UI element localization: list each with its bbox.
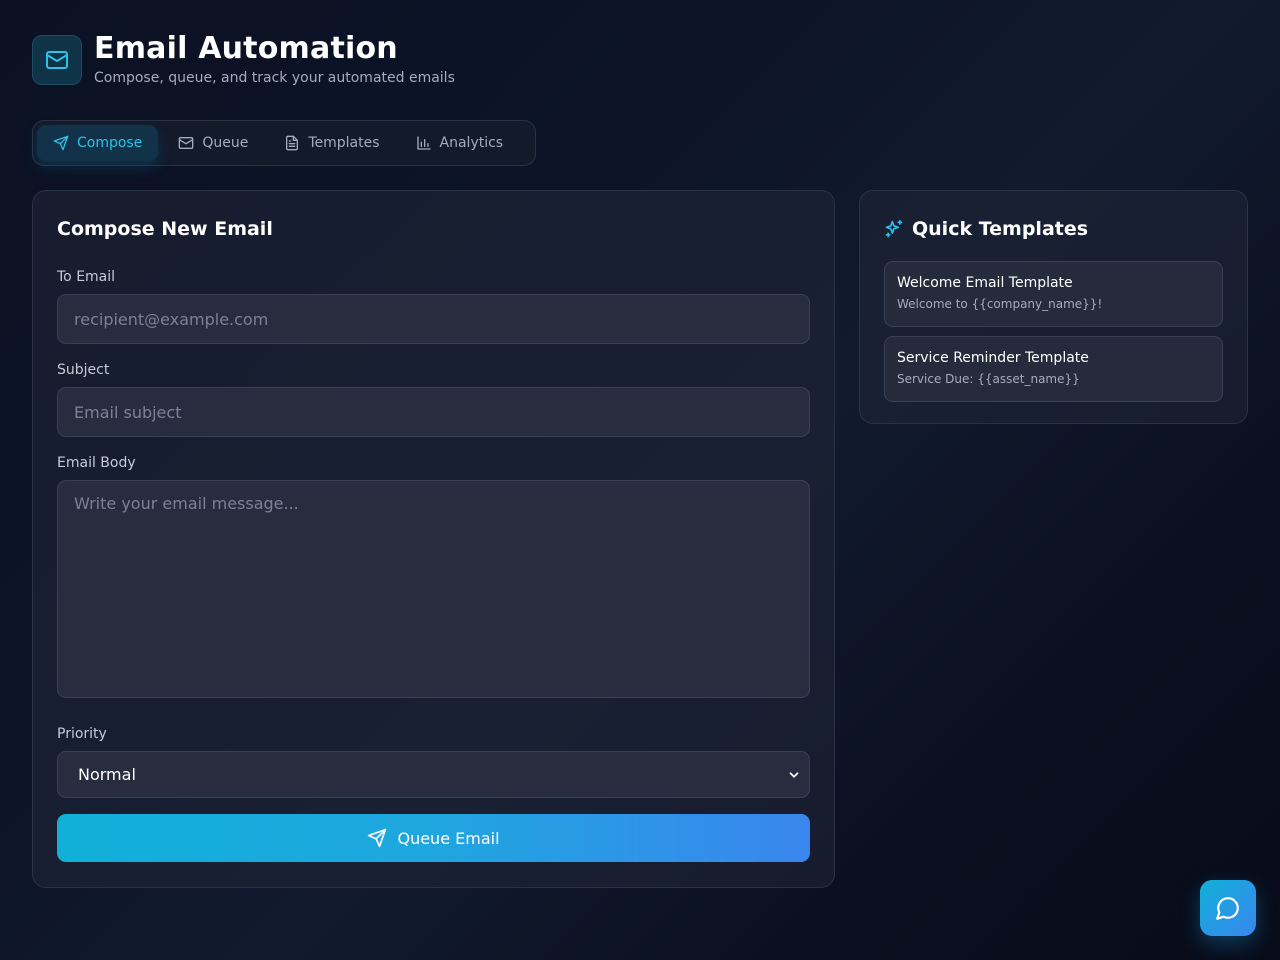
tab-analytics[interactable]: Analytics <box>400 125 520 161</box>
page-subtitle: Compose, queue, and track your automated… <box>94 70 455 86</box>
queue-email-button[interactable]: Queue Email <box>57 814 810 862</box>
to-email-label: To Email <box>57 269 116 285</box>
tab-label: Templates <box>308 135 380 151</box>
queue-email-label: Queue Email <box>397 828 500 848</box>
logo <box>32 35 82 85</box>
chevron-down-icon <box>789 771 799 778</box>
priority-label: Priority <box>57 726 107 742</box>
compose-card: Compose New Email To Email Subject Email… <box>32 190 835 888</box>
tab-label: Queue <box>202 135 249 151</box>
tab-bar: Compose Queue Templates Analytics <box>32 120 536 166</box>
priority-value: Normal <box>78 765 136 784</box>
page-header: Email Automation Compose, queue, and tra… <box>32 32 455 86</box>
page-title: Email Automation <box>94 31 398 66</box>
chat-button[interactable] <box>1200 880 1256 936</box>
sparkles-icon <box>885 219 903 238</box>
email-body-label: Email Body <box>57 455 136 471</box>
chat-bubble-icon <box>1216 897 1239 920</box>
quick-templates-header: Quick Templates <box>884 215 1223 243</box>
tab-queue[interactable]: Queue <box>162 125 264 161</box>
email-body-textarea[interactable] <box>57 480 810 698</box>
tab-compose[interactable]: Compose <box>37 125 159 161</box>
tab-label: Compose <box>77 135 143 151</box>
priority-select[interactable]: Normal <box>57 751 810 798</box>
bar-chart-icon <box>416 136 431 150</box>
to-email-input[interactable] <box>57 294 810 344</box>
template-subject: Service Due: {{asset_name}} <box>897 372 1080 386</box>
send-icon <box>53 135 69 151</box>
template-item-welcome[interactable]: Welcome Email Template Welcome to {{comp… <box>884 261 1223 327</box>
template-name: Service Reminder Template <box>897 350 1089 366</box>
quick-templates-title: Quick Templates <box>912 218 1089 240</box>
template-item-service-reminder[interactable]: Service Reminder Template Service Due: {… <box>884 336 1223 402</box>
send-icon <box>368 828 387 848</box>
subject-label: Subject <box>57 362 110 378</box>
tab-label: Analytics <box>439 135 504 151</box>
tab-templates[interactable]: Templates <box>268 125 395 161</box>
mail-icon <box>46 51 68 69</box>
mail-icon <box>179 137 194 149</box>
document-icon <box>286 135 299 151</box>
subject-input[interactable] <box>57 387 810 437</box>
quick-templates-card: Quick Templates Welcome Email Template W… <box>859 190 1248 424</box>
template-subject: Welcome to {{company_name}}! <box>897 297 1103 311</box>
template-name: Welcome Email Template <box>897 275 1073 291</box>
compose-title: Compose New Email <box>57 218 273 240</box>
